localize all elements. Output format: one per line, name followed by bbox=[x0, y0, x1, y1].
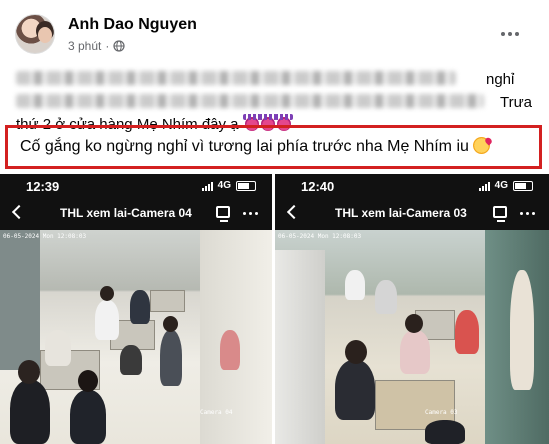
status-time: 12:39 bbox=[26, 179, 60, 194]
nav-bar: THL xem lai-Camera 04 bbox=[0, 202, 272, 228]
camera-feed: 06-05-2024 Mon 12:08:03 Camera 04 bbox=[0, 230, 272, 444]
back-arrow-icon[interactable] bbox=[11, 204, 27, 220]
globe-icon bbox=[113, 40, 125, 52]
screen-cast-icon[interactable] bbox=[216, 206, 230, 222]
back-arrow-icon[interactable] bbox=[286, 204, 302, 220]
network-label: 4G bbox=[217, 180, 231, 191]
status-bar: 12:40 4G bbox=[275, 174, 549, 198]
kiss-emoji-icon bbox=[472, 137, 490, 154]
camera-label: Camera 04 bbox=[200, 409, 233, 416]
camera-screenshot-1[interactable]: 12:39 4G THL xem lai-Camera 04 06-05-202… bbox=[0, 174, 272, 444]
post-text-blurred: nghỉ Trưa thứ 2 ở cửa hàng Mẹ Nhím đây ạ bbox=[0, 64, 549, 133]
nav-title: THL xem lai-Camera 04 bbox=[60, 206, 192, 220]
author-name[interactable]: Anh Dao Nguyen bbox=[68, 16, 197, 34]
post-header: Anh Dao Nguyen 3 phút · bbox=[0, 0, 549, 64]
battery-icon bbox=[513, 180, 533, 191]
separator: · bbox=[105, 39, 110, 53]
status-bar: 12:39 4G bbox=[0, 174, 272, 198]
camera-timestamp: 06-05-2024 Mon 12:08:03 bbox=[278, 233, 362, 240]
visible-word-2: Trưa bbox=[500, 94, 532, 111]
camera-screenshot-2[interactable]: 12:40 4G THL xem lai-Camera 03 06-05-202… bbox=[275, 174, 549, 444]
signal-icon bbox=[478, 181, 490, 191]
avatar[interactable] bbox=[15, 14, 55, 54]
battery-icon bbox=[236, 180, 256, 191]
highlighted-line: Cố gắng ko ngừng nghỉ vì tương lai phía … bbox=[20, 137, 490, 156]
camera-feed: 06-05-2024 Mon 12:08:03 Camera 03 bbox=[275, 230, 549, 444]
highlight-box: Cố gắng ko ngừng nghỉ vì tương lai phía … bbox=[5, 125, 542, 169]
more-icon[interactable] bbox=[520, 212, 535, 215]
status-indicators: 4G bbox=[201, 180, 256, 191]
network-label: 4G bbox=[494, 180, 508, 191]
status-indicators: 4G bbox=[478, 180, 533, 191]
more-icon[interactable] bbox=[243, 212, 258, 215]
nav-title: THL xem lai-Camera 03 bbox=[335, 206, 467, 220]
camera-label: Camera 03 bbox=[425, 409, 458, 416]
visible-word-1: nghỉ bbox=[486, 71, 515, 88]
nav-bar: THL xem lai-Camera 03 bbox=[275, 202, 549, 228]
signal-icon bbox=[201, 181, 213, 191]
screen-cast-icon[interactable] bbox=[493, 206, 507, 222]
more-icon[interactable] bbox=[498, 22, 522, 46]
status-time: 12:40 bbox=[301, 179, 335, 194]
camera-timestamp: 06-05-2024 Mon 12:08:03 bbox=[3, 233, 87, 240]
post-time[interactable]: 3 phút bbox=[68, 39, 101, 53]
post-meta: 3 phút · bbox=[68, 39, 125, 53]
highlighted-text: Cố gắng ko ngừng nghỉ vì tương lai phía … bbox=[20, 138, 469, 155]
